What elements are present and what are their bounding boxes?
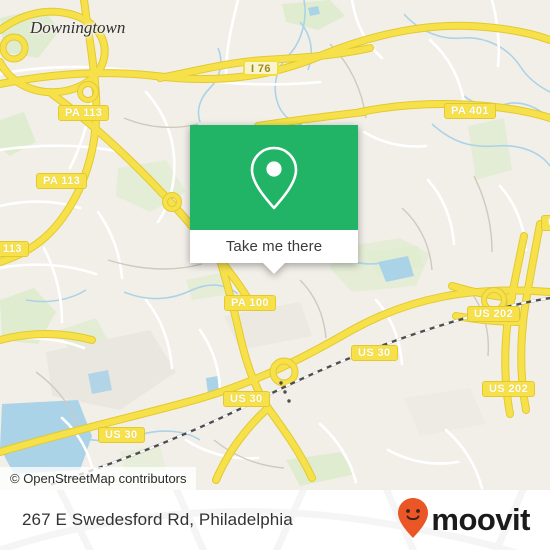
take-me-there-button[interactable]: Take me there bbox=[226, 238, 322, 255]
footer-bar: 267 E Swedesford Rd, Philadelphia moovit bbox=[0, 490, 550, 550]
road-shield: US 30 bbox=[223, 391, 270, 407]
popup-header bbox=[190, 125, 358, 230]
footer-address-text: 267 E Swedesford Rd, Philadelphia bbox=[22, 510, 293, 529]
map-screenshot-root: Downingtown I 76 PA 113 PA 401 PA 113 U 113 PA… bbox=[0, 0, 550, 550]
popup-body[interactable]: Take me there bbox=[190, 230, 358, 274]
road-shield: 113 bbox=[0, 241, 29, 257]
moovit-wordmark: moovit bbox=[431, 502, 530, 537]
map-pin-icon bbox=[248, 145, 300, 211]
location-popup-card[interactable]: Take me there bbox=[190, 125, 358, 274]
popup-tail-pointer bbox=[263, 263, 285, 274]
road-shield: PA 401 bbox=[444, 103, 496, 119]
osm-attribution[interactable]: © OpenStreetMap contributors bbox=[0, 467, 196, 490]
road-shield: PA 113 bbox=[36, 173, 88, 189]
road-shield: US 202 bbox=[467, 306, 521, 322]
road-shield: PA 113 bbox=[58, 105, 110, 121]
road-shield: I 76 bbox=[243, 60, 279, 76]
road-shield: US 30 bbox=[351, 345, 398, 361]
road-shield: U bbox=[541, 215, 550, 231]
moovit-logo[interactable]: moovit bbox=[397, 490, 530, 550]
road-shield: US 202 bbox=[482, 381, 536, 397]
moovit-smiley-pin-icon bbox=[397, 497, 429, 544]
road-shield: US 30 bbox=[98, 427, 145, 443]
map-place-label: Downingtown bbox=[30, 18, 126, 37]
road-shield: PA 100 bbox=[224, 295, 276, 311]
